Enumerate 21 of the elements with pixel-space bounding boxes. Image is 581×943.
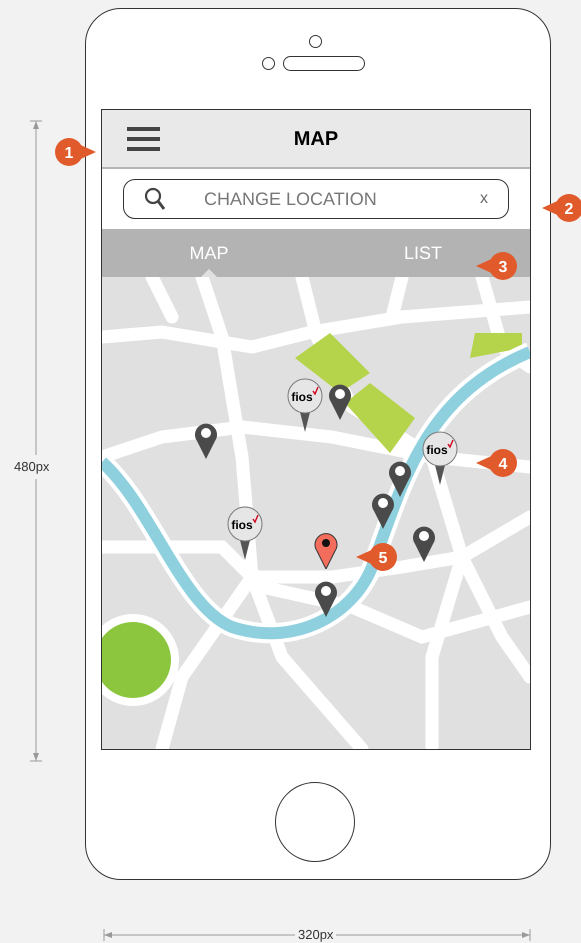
height-label: 480px bbox=[14, 455, 50, 478]
search-icon bbox=[144, 187, 166, 211]
map-pin[interactable] bbox=[412, 524, 436, 562]
menu-icon[interactable] bbox=[127, 126, 160, 150]
map-pin[interactable] bbox=[328, 382, 352, 420]
width-label: 320px bbox=[295, 927, 336, 943]
map-pin[interactable] bbox=[194, 421, 218, 459]
home-button[interactable] bbox=[275, 782, 355, 862]
park-area bbox=[345, 383, 415, 453]
search-field[interactable]: CHANGE LOCATION x bbox=[123, 179, 509, 219]
map-pin[interactable] bbox=[314, 579, 338, 617]
camera-icon bbox=[308, 35, 322, 48]
map-pin[interactable] bbox=[371, 491, 395, 529]
clear-button[interactable]: x bbox=[480, 187, 488, 211]
header-title: MAP bbox=[294, 126, 338, 152]
map-pin[interactable] bbox=[388, 459, 412, 497]
current-location-pin[interactable] bbox=[314, 531, 338, 569]
selected-tab-indicator bbox=[200, 269, 217, 277]
sensor-icon bbox=[262, 57, 274, 70]
speaker-icon bbox=[282, 56, 364, 71]
park-area bbox=[470, 333, 522, 358]
